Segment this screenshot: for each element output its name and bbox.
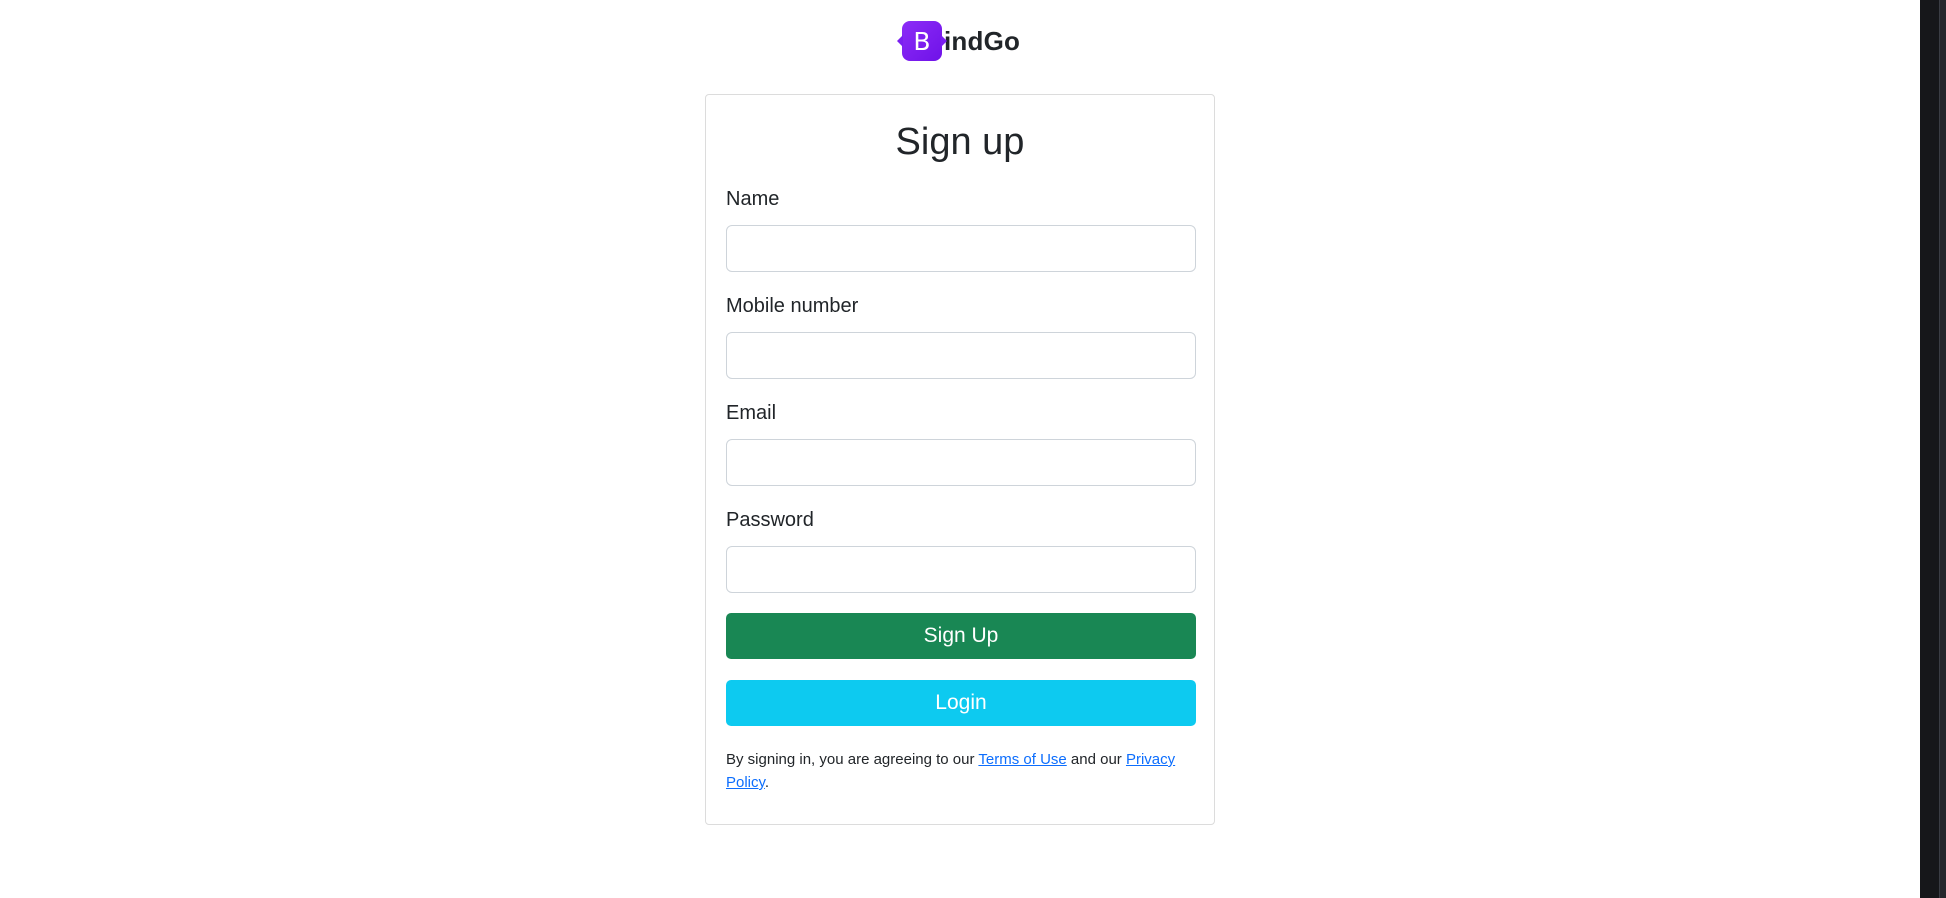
bootstrap-logo-icon: B	[897, 21, 947, 61]
mobile-label: Mobile number	[726, 295, 859, 317]
terms-middle: and our	[1066, 751, 1126, 768]
sign-up-button[interactable]: Sign Up	[726, 613, 1196, 659]
signup-card: Sign up Name Mobile number Email Passwor…	[705, 94, 1215, 825]
brand-name: indGo	[944, 25, 1021, 56]
page-title: Sign up	[895, 121, 1025, 163]
brand-header[interactable]: B indGo	[897, 20, 1021, 62]
email-field-group: Email	[726, 401, 1196, 486]
email-input[interactable]	[726, 439, 1196, 486]
login-button[interactable]: Login	[726, 680, 1196, 726]
name-input[interactable]	[726, 225, 1196, 272]
password-label: Password	[726, 509, 814, 531]
terms-of-use-link[interactable]: Terms of Use	[978, 751, 1066, 768]
password-input[interactable]	[726, 546, 1196, 593]
name-label: Name	[726, 188, 780, 210]
terms-notice: By signing in, you are agreeing to our T…	[726, 748, 1196, 794]
mobile-input[interactable]	[726, 332, 1196, 379]
email-label: Email	[726, 402, 777, 424]
terms-prefix: By signing in, you are agreeing to our	[726, 751, 979, 768]
password-field-group: Password	[726, 508, 1196, 593]
terms-suffix: .	[764, 774, 770, 791]
name-field-group: Name	[726, 187, 1196, 272]
scrollbar-track[interactable]	[1939, 0, 1946, 898]
mobile-field-group: Mobile number	[726, 294, 1196, 379]
window-edge-panel	[1920, 0, 1946, 898]
signup-page: B indGo Sign up Name Mobile number Email…	[0, 0, 1946, 898]
